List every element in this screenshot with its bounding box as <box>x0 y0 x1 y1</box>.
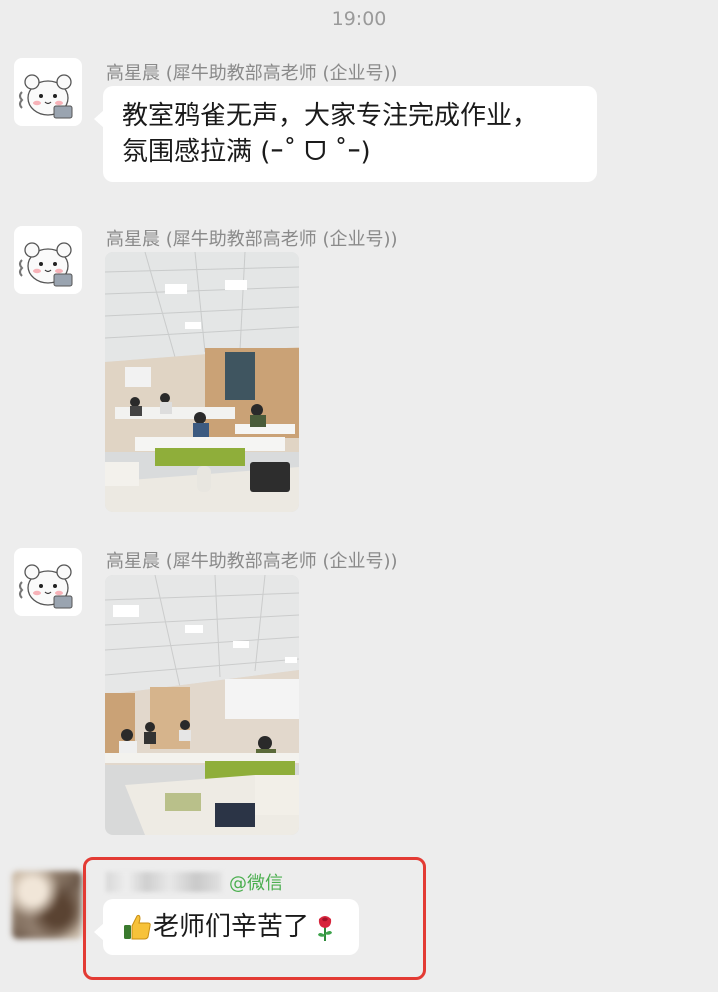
sender-name: 高星晨 (犀牛助教部高老师 (企业号)) <box>106 229 398 250</box>
message-text-line: 氛围感拉满 (ｰ˚ ᗜ ˚ｰ) <box>122 137 371 167</box>
message-bubble[interactable]: 教室鸦雀无声，大家专注完成作业， 氛围感拉满 (ｰ˚ ᗜ ˚ｰ) <box>94 86 597 182</box>
sender-name: 高星晨 (犀牛助教部高老师 (企业号)) <box>106 551 398 572</box>
red-highlight-box <box>83 857 426 980</box>
teacher-avatar[interactable] <box>14 58 82 126</box>
classroom-photo[interactable] <box>105 575 299 835</box>
message-text-line: 教室鸦雀无声，大家专注完成作业， <box>122 101 539 131</box>
classroom-photo[interactable] <box>105 252 299 512</box>
teacher-avatar[interactable] <box>14 548 82 616</box>
message-timestamp: 19:00 <box>331 8 387 30</box>
teacher-avatar[interactable] <box>14 226 82 294</box>
sender-name: 高星晨 (犀牛助教部高老师 (企业号)) <box>106 63 398 84</box>
user-avatar-blurred[interactable] <box>12 871 82 939</box>
